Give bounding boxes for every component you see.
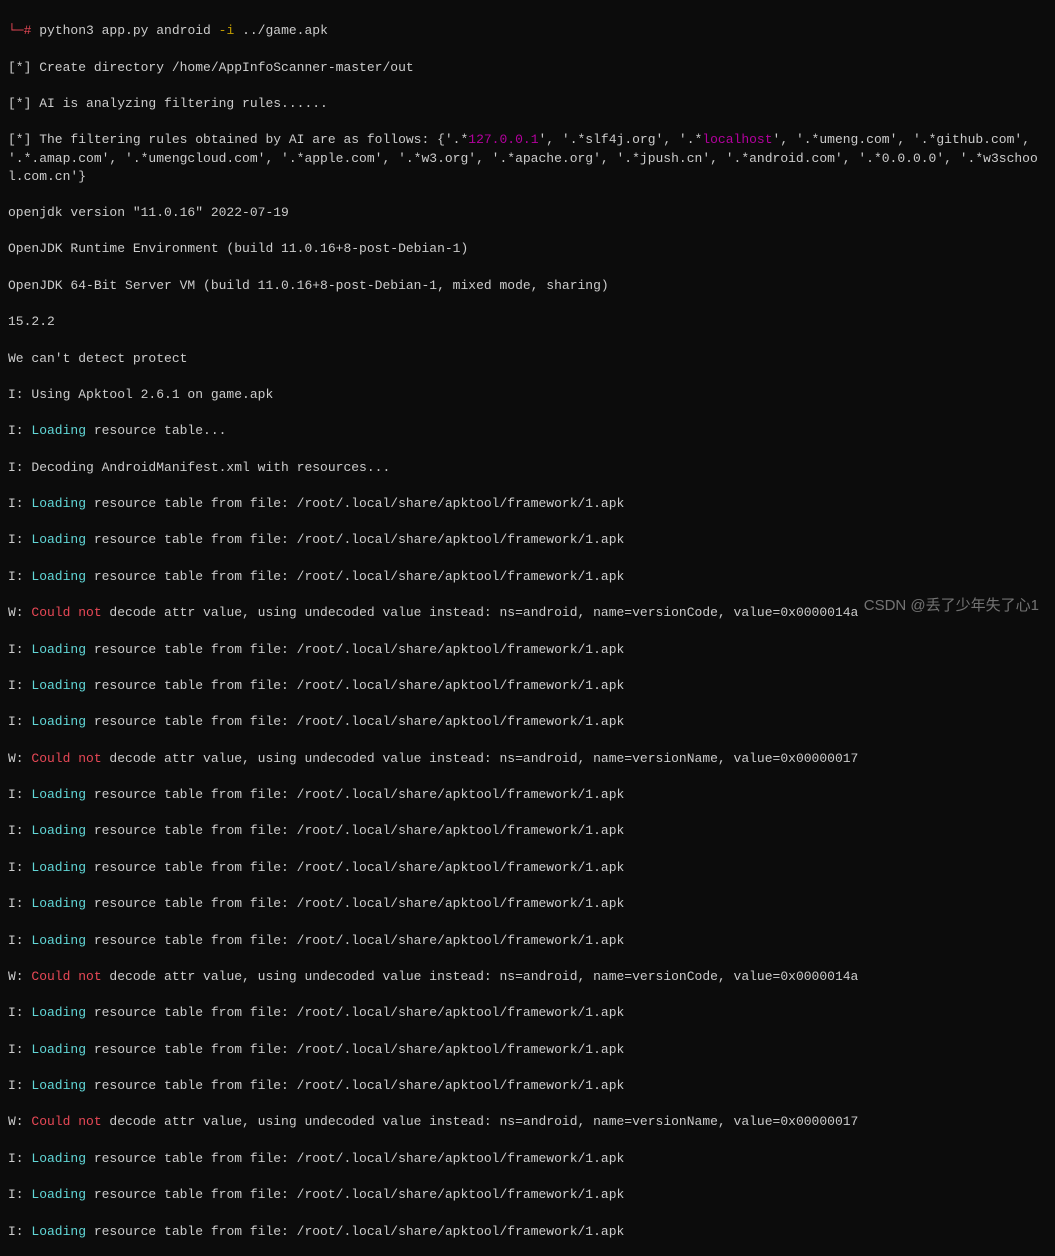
- output-line: openjdk version "11.0.16" 2022-07-19: [8, 204, 1047, 222]
- loading-line: I: Loading resource table from file: /ro…: [8, 677, 1047, 695]
- could-not-word: Could not: [31, 751, 101, 766]
- loading-line: I: Loading resource table from file: /ro…: [8, 568, 1047, 586]
- loading-word: Loading: [31, 714, 86, 729]
- loading-line: I: Loading resource table from file: /ro…: [8, 895, 1047, 913]
- loading-word: Loading: [31, 569, 86, 584]
- output-line: OpenJDK Runtime Environment (build 11.0.…: [8, 240, 1047, 258]
- loading-word: Loading: [31, 642, 86, 657]
- output-line: I: Using Apktool 2.6.1 on game.apk: [8, 386, 1047, 404]
- cmd-text: python3 app.py android: [31, 23, 218, 38]
- warning-line: W: Could not decode attr value, using un…: [8, 968, 1047, 986]
- loading-line: I: Loading resource table from file: /ro…: [8, 713, 1047, 731]
- could-not-word: Could not: [31, 969, 101, 984]
- warning-line: W: Could not decode attr value, using un…: [8, 750, 1047, 768]
- cmd-flag: -i: [219, 23, 235, 38]
- output-line: [*] AI is analyzing filtering rules.....…: [8, 95, 1047, 113]
- loading-word: Loading: [31, 823, 86, 838]
- loading-word: Loading: [31, 896, 86, 911]
- loading-line: I: Loading resource table...: [8, 422, 1047, 440]
- loading-word: Loading: [31, 1005, 86, 1020]
- output-line: I: Decoding AndroidManifest.xml with res…: [8, 459, 1047, 477]
- loading-line: I: Loading resource table from file: /ro…: [8, 1041, 1047, 1059]
- loading-line: I: Loading resource table from file: /ro…: [8, 531, 1047, 549]
- command-line: └─# python3 app.py android -i ../game.ap…: [8, 22, 1047, 40]
- loading-line: I: Loading resource table from file: /ro…: [8, 822, 1047, 840]
- output-line: [*] Create directory /home/AppInfoScanne…: [8, 59, 1047, 77]
- loading-line: I: Loading resource table from file: /ro…: [8, 1004, 1047, 1022]
- output-line: [*] The filtering rules obtained by AI a…: [8, 131, 1047, 186]
- loading-word: Loading: [31, 860, 86, 875]
- loading-word: Loading: [31, 1151, 86, 1166]
- loading-word: Loading: [31, 1187, 86, 1202]
- could-not-word: Could not: [31, 1114, 101, 1129]
- loading-word: Loading: [31, 532, 86, 547]
- loading-line: I: Loading resource table from file: /ro…: [8, 1150, 1047, 1168]
- loading-line: I: Loading resource table from file: /ro…: [8, 1186, 1047, 1204]
- loading-word: Loading: [31, 496, 86, 511]
- prompt-symbol: └─#: [8, 23, 31, 38]
- loading-line: I: Loading resource table from file: /ro…: [8, 859, 1047, 877]
- loading-line: I: Loading resource table from file: /ro…: [8, 1077, 1047, 1095]
- output-line: OpenJDK 64-Bit Server VM (build 11.0.16+…: [8, 277, 1047, 295]
- loading-word: Loading: [31, 1042, 86, 1057]
- could-not-word: Could not: [31, 605, 101, 620]
- output-line: We can't detect protect: [8, 350, 1047, 368]
- highlight-localhost: localhost: [702, 132, 772, 147]
- cmd-arg: ../game.apk: [234, 23, 328, 38]
- loading-word: Loading: [31, 678, 86, 693]
- highlight-ip: 127.0.0.1: [468, 132, 538, 147]
- loading-line: I: Loading resource table from file: /ro…: [8, 1223, 1047, 1241]
- warning-line: W: Could not decode attr value, using un…: [8, 604, 1047, 622]
- loading-word: Loading: [31, 1224, 86, 1239]
- loading-line: I: Loading resource table from file: /ro…: [8, 786, 1047, 804]
- terminal-output: └─# python3 app.py android -i ../game.ap…: [8, 4, 1047, 1256]
- loading-line: I: Loading resource table from file: /ro…: [8, 932, 1047, 950]
- loading-word: Loading: [31, 787, 86, 802]
- loading-word: Loading: [31, 1078, 86, 1093]
- loading-line: I: Loading resource table from file: /ro…: [8, 495, 1047, 513]
- output-line: 15.2.2: [8, 313, 1047, 331]
- loading-line: I: Loading resource table from file: /ro…: [8, 641, 1047, 659]
- loading-word: Loading: [31, 933, 86, 948]
- warning-line: W: Could not decode attr value, using un…: [8, 1113, 1047, 1131]
- loading-word: Loading: [31, 423, 86, 438]
